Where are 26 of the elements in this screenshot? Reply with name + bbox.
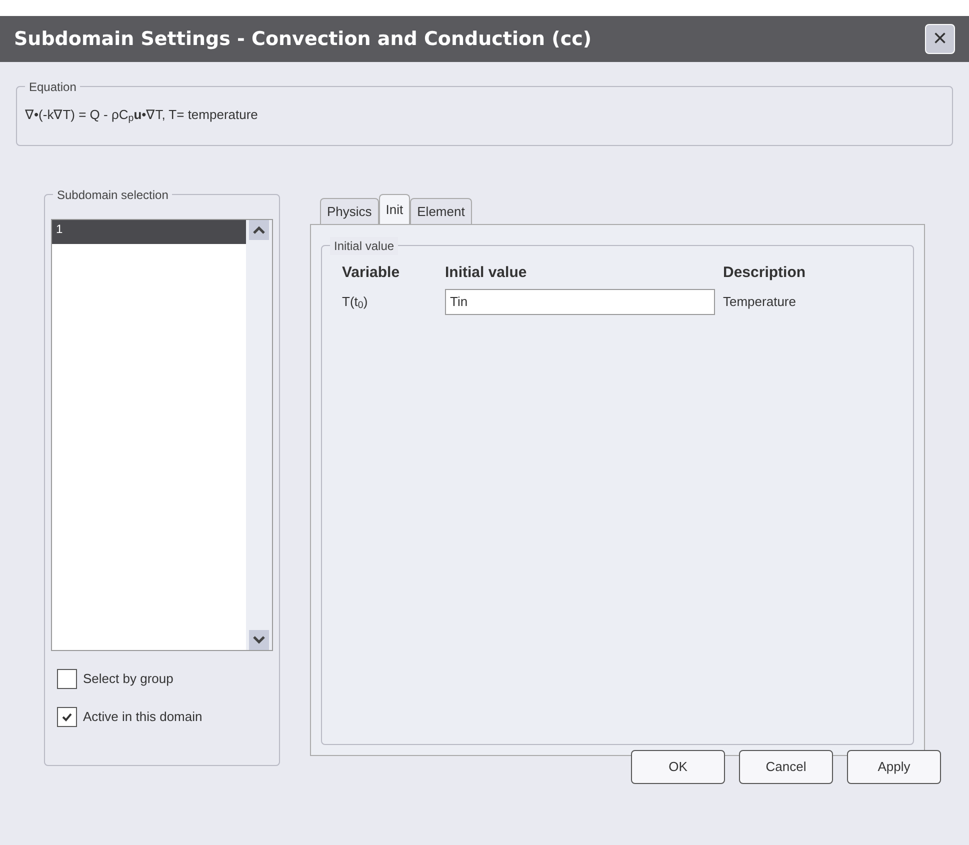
- variable-cell-text: T(t$_{0}$): [342, 292, 369, 312]
- checkbox-row[interactable]: Active in this domain: [57, 707, 273, 727]
- description-cell-text: Temperature: [723, 292, 797, 311]
- equation-text: ∇•(-k∇T) = Q - ρC$_{p}$u•∇T, T= temperature: [25, 107, 258, 122]
- scroll-up-icon[interactable]: [249, 220, 269, 240]
- checkbox-row[interactable]: Select by group: [57, 669, 273, 689]
- column-header: Variable: [342, 263, 401, 283]
- tab[interactable]: Element: [410, 198, 472, 224]
- initial-value-field[interactable]: Tin: [445, 288, 715, 314]
- column-header: Initial value: [445, 263, 528, 283]
- tab[interactable]: Init: [378, 194, 410, 224]
- close-button[interactable]: ×: [925, 24, 955, 54]
- list-item[interactable]: 1: [52, 220, 246, 244]
- column-header: Description: [723, 263, 807, 283]
- dialog-button[interactable]: Apply: [847, 750, 941, 784]
- dialog-button[interactable]: Cancel: [739, 750, 833, 784]
- window-title: Subdomain Settings - Convection and Conduction (cc): [14, 26, 592, 52]
- scroll-down-icon[interactable]: [249, 630, 269, 650]
- dialog-button[interactable]: OK: [631, 750, 725, 784]
- check-icon: [61, 711, 73, 723]
- tab[interactable]: Physics: [320, 198, 379, 224]
- checkbox[interactable]: [57, 707, 77, 727]
- group-title: Initial value: [330, 237, 398, 255]
- subdomain-list[interactable]: 1: [51, 219, 273, 651]
- checkbox[interactable]: [57, 669, 77, 689]
- scrollbar[interactable]: [246, 220, 272, 650]
